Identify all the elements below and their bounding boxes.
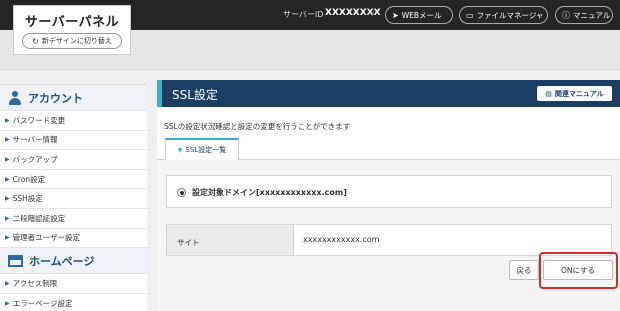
- sidebar-section-title: ホームページ: [29, 254, 95, 268]
- file-manager-label: ファイルマネージャ: [476, 10, 544, 20]
- sidebar-item-label: SSH設定: [12, 194, 43, 204]
- target-domain-radio[interactable]: [177, 188, 186, 197]
- folder-icon: ▭: [466, 10, 474, 20]
- target-domain-label: 設定対象ドメイン[xxxxxxxxxxxx.com]: [192, 188, 347, 197]
- sidebar-item-two-factor[interactable]: ▶ 二段階認証設定: [0, 209, 147, 229]
- paper-plane-icon: ➤: [392, 10, 399, 20]
- sidebar-item-access-restriction[interactable]: ▶ アクセス制限: [0, 274, 147, 294]
- related-manual-button[interactable]: ▤ 関連マニュアル: [537, 86, 612, 101]
- chevron-right-icon: ▶: [5, 279, 10, 287]
- sidebar-item-label: Cron設定: [12, 174, 46, 184]
- sidebar-item-label: アクセス制限: [12, 278, 58, 288]
- related-manual-label: 関連マニュアル: [554, 89, 604, 98]
- sidebar-section-account: アカウント: [0, 85, 147, 111]
- chevron-right-icon: ▶: [5, 175, 10, 183]
- person-icon: [8, 90, 22, 105]
- turn-on-button[interactable]: ONにする: [543, 260, 613, 280]
- new-design-button[interactable]: ↻ 新デザインに切り替え: [22, 33, 122, 49]
- sidebar-item-label: 管理者ユーザー設定: [12, 233, 80, 243]
- page-description: SSLの設定状況確認と設定の変更を行うことができます: [164, 122, 351, 131]
- refresh-icon: ↻: [32, 36, 39, 46]
- sidebar-item-admin-user[interactable]: ▶ 管理者ユーザー設定: [0, 229, 147, 249]
- sidebar: アカウント ▶ パスワード変更 ▶ サーバー情報 ▶ バックアップ ▶ Cron設定 ▶…: [0, 84, 147, 311]
- chevron-right-icon: ▶: [5, 136, 10, 144]
- caret-down-icon: ▼: [177, 146, 183, 154]
- chevron-right-icon: ▶: [5, 116, 10, 124]
- sidebar-item-label: サーバー情報: [12, 135, 58, 145]
- tab-ssl-list[interactable]: ▼ SSL設定一覧: [165, 138, 239, 160]
- help-circle-icon: ⓘ: [562, 10, 570, 20]
- sidebar-item-error-page[interactable]: ▶ エラーページ設定: [0, 294, 147, 311]
- header-separator: /: [372, 7, 376, 18]
- server-id-label: サーバーID: [283, 10, 324, 19]
- manual-label: マニュアル: [573, 10, 611, 20]
- browser-window-icon: [8, 254, 23, 267]
- site-label: サイト: [167, 225, 294, 255]
- chevron-right-icon: ▶: [5, 155, 10, 163]
- sidebar-item-label: 二段階認証設定: [12, 213, 66, 223]
- back-button[interactable]: 戻る: [509, 260, 539, 280]
- tab-label: SSL設定一覧: [185, 146, 227, 154]
- sidebar-section-title: アカウント: [28, 91, 83, 105]
- sidebar-item-backup[interactable]: ▶ バックアップ: [0, 150, 147, 170]
- panel-header: SSL設定 ▤ 関連マニュアル: [157, 80, 620, 107]
- sidebar-item-server-info[interactable]: ▶ サーバー情報: [0, 131, 147, 151]
- sidebar-item-password-change[interactable]: ▶ パスワード変更: [0, 111, 147, 131]
- logo-box: サーバーパネル ↻ 新デザインに切り替え: [13, 5, 131, 55]
- webmail-label: WEBメール: [401, 10, 442, 20]
- sidebar-item-label: エラーページ設定: [12, 298, 73, 308]
- chevron-right-icon: ▶: [5, 195, 10, 203]
- manual-button[interactable]: ⓘ マニュアル: [555, 6, 613, 24]
- sidebar-item-label: バックアップ: [12, 154, 58, 164]
- book-icon: ▤: [545, 89, 552, 98]
- chevron-right-icon: ▶: [5, 234, 10, 242]
- file-manager-button[interactable]: ▭ ファイルマネージャ: [459, 6, 548, 24]
- sidebar-item-label: パスワード変更: [12, 115, 66, 125]
- sidebar-item-ssh[interactable]: ▶ SSH設定: [0, 189, 147, 209]
- chevron-right-icon: ▶: [5, 299, 10, 307]
- sidebar-item-cron[interactable]: ▶ Cron設定: [0, 170, 147, 190]
- webmail-button[interactable]: ➤ WEBメール: [385, 6, 453, 24]
- logo-title: サーバーパネル: [24, 15, 120, 30]
- site-value: xxxxxxxxxxxx.com: [303, 235, 380, 244]
- sidebar-section-homepage: ホームページ: [0, 248, 147, 275]
- chevron-right-icon: ▶: [5, 214, 10, 222]
- target-domain-box: 設定対象ドメイン[xxxxxxxxxxxx.com]: [166, 175, 612, 208]
- page-title: SSL設定: [172, 88, 218, 102]
- new-design-label: 新デザインに切り替え: [41, 37, 112, 45]
- main-panel: SSL設定 ▤ 関連マニュアル SSLの設定状況確認と設定の変更を行うことができ…: [157, 80, 620, 311]
